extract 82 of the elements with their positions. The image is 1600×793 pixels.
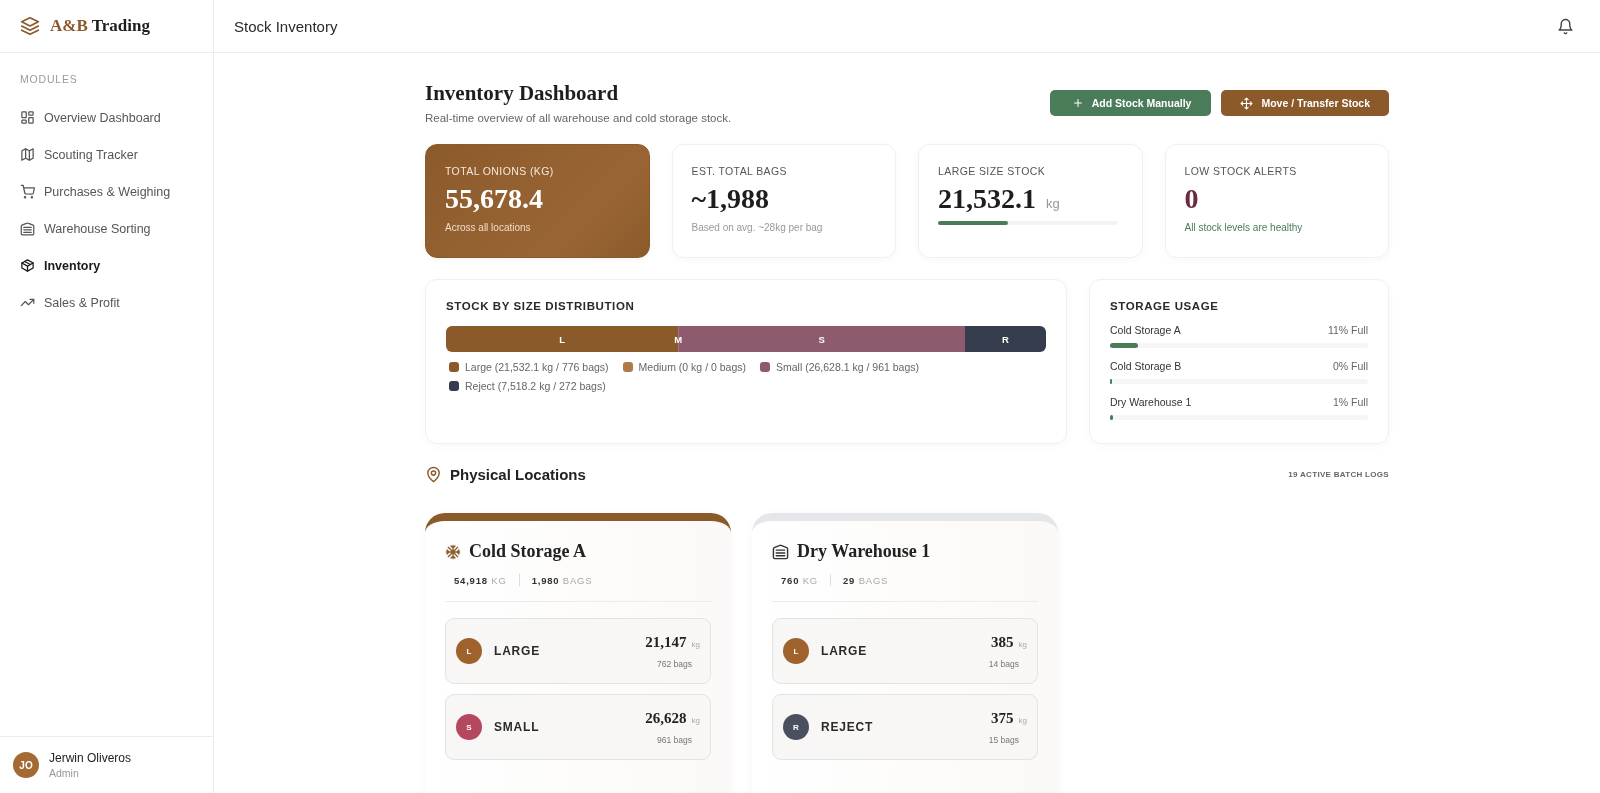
stat-value: 0 (1184, 183, 1199, 215)
storage-reading: 0% Full (1333, 360, 1368, 372)
segment-label: S (818, 333, 825, 345)
storage-name: Cold Storage A (1110, 324, 1181, 336)
stat-label: TOTAL ONIONS (KG) (445, 165, 555, 177)
card-title: STORAGE USAGE (1110, 300, 1220, 312)
segment-label: M (674, 333, 683, 345)
sidebar-item[interactable]: Overview Dashboard (20, 99, 165, 136)
item-weight: 21,147 (645, 633, 687, 651)
stat-value: 21,532.1 (938, 183, 1036, 215)
section-title: Physical Locations (450, 466, 586, 483)
sidebar-item[interactable]: Sales & Profit (20, 284, 124, 321)
map-icon (20, 147, 35, 162)
location-name: Dry Warehouse 1 (797, 541, 931, 562)
warehouse-icon (20, 221, 35, 236)
legend-label: Large (21,532.1 kg / 776 bags) (465, 361, 609, 373)
size-label: LARGE (821, 644, 868, 658)
legend-label: Small (26,628.1 kg / 961 bags) (776, 361, 919, 373)
sidebar-item[interactable]: Inventory (20, 247, 105, 284)
section-label: MODULES (20, 73, 79, 85)
move-icon (1240, 96, 1254, 110)
location-totals: 760 KG 29 BAGS (780, 574, 890, 586)
sidebar-item[interactable]: Scouting Tracker (20, 136, 142, 173)
stat-label: EST. TOTAL BAGS (691, 165, 788, 177)
stat-note: All stock levels are healthy (1184, 222, 1304, 233)
item-weight: 385 (991, 633, 1014, 651)
item-bags: 961 bags (657, 734, 692, 745)
storage-reading: 11% Full (1327, 324, 1368, 336)
size-badge: L (456, 638, 482, 664)
stat-value: ~1,988 (691, 183, 770, 215)
page-title: Stock Inventory (234, 17, 338, 35)
brand-name: A&B Trading (50, 16, 150, 36)
legend-label: Medium (0 kg / 0 bags) (638, 361, 746, 373)
snowflake-icon (445, 543, 461, 560)
size-label: SMALL (494, 720, 541, 734)
dashboard-title: Inventory Dashboard (425, 81, 620, 106)
bell-icon (1557, 17, 1574, 35)
size-label: LARGE (494, 644, 541, 658)
storage-reading: 1% Full (1333, 396, 1368, 408)
plus-icon (1071, 97, 1084, 109)
location-totals: 54,918 KG 1,980 BAGS (453, 574, 594, 586)
storage-name: Cold Storage B (1110, 360, 1182, 372)
stat-label: LARGE SIZE STOCK (938, 165, 1047, 177)
card-title: STOCK BY SIZE DISTRIBUTION (446, 300, 636, 312)
sidebar-item[interactable]: Warehouse Sorting (20, 210, 155, 247)
size-badge: L (783, 638, 809, 664)
add-stock-button[interactable]: Add Stock Manually (1049, 90, 1212, 116)
warehouse-icon (772, 543, 789, 560)
location-name: Cold Storage A (469, 541, 586, 562)
stat-note: Based on avg. ~28kg per bag (691, 222, 824, 233)
user-avatar: JO (13, 752, 39, 778)
segment-label: R (1002, 333, 1009, 345)
stat-unit: kg (1046, 196, 1060, 211)
cart-icon (20, 184, 35, 199)
transfer-stock-button[interactable]: Move / Transfer Stock (1221, 90, 1389, 116)
stat-note: Across all locations (445, 222, 532, 233)
legend-label: Reject (7,518.2 kg / 272 bags) (465, 380, 606, 392)
item-weight: 26,628 (645, 709, 687, 727)
item-unit: kg (1018, 639, 1027, 649)
segment-label: L (559, 333, 565, 345)
item-weight: 375 (991, 709, 1014, 727)
item-unit: kg (691, 715, 700, 725)
stat-value: 55,678.4 (445, 183, 543, 215)
item-bags: 762 bags (657, 658, 692, 669)
layers-icon (20, 16, 40, 36)
size-badge: S (456, 714, 482, 740)
size-label: REJECT (821, 720, 875, 734)
item-unit: kg (691, 639, 700, 649)
batch-log-count: 19 ACTIVE BATCH LOGS (1288, 470, 1389, 479)
user-role: Admin (49, 767, 80, 779)
sidebar-item[interactable]: Purchases & Weighing (20, 173, 175, 210)
dashboard-subtitle: Real-time overview of all warehouse and cold storage stock. (425, 112, 732, 124)
grid-icon (20, 110, 35, 125)
stat-label: LOW STOCK ALERTS (1184, 165, 1298, 177)
size-badge: R (783, 714, 809, 740)
storage-name: Dry Warehouse 1 (1110, 396, 1192, 408)
map-pin-icon (425, 466, 442, 483)
item-unit: kg (1018, 715, 1027, 725)
box-icon (20, 258, 35, 273)
item-bags: 15 bags (988, 734, 1019, 745)
user-name: Jerwin Oliveros (49, 751, 132, 765)
item-bags: 14 bags (988, 658, 1019, 669)
